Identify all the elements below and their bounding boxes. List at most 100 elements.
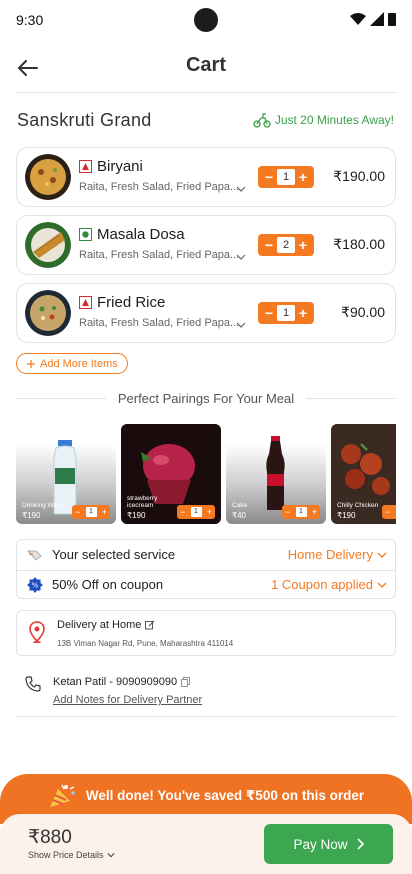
svg-text:%: %	[32, 582, 39, 590]
price-details-label: Show Price Details	[28, 850, 104, 860]
pairing-name: strawberry icecream	[127, 495, 158, 509]
pairing-card[interactable]: Chilly Chicken ₹190 − 1 +	[331, 424, 396, 524]
status-icons	[350, 12, 396, 26]
delivery-address: 13B Viman Nagar Rd, Pune, Maharashtra 41…	[57, 639, 234, 648]
chevron-down-icon	[106, 853, 115, 858]
decrement-button[interactable]: −	[262, 238, 276, 252]
increment-button[interactable]: +	[296, 170, 310, 184]
increment-button[interactable]: +	[312, 507, 317, 517]
price-details-toggle[interactable]: Show Price Details	[28, 850, 115, 860]
pairing-price: ₹40	[232, 511, 246, 520]
party-popper-icon	[49, 784, 75, 807]
increment-button[interactable]: +	[296, 238, 310, 252]
add-more-items-button[interactable]: Add More Items	[16, 353, 128, 374]
non-veg-icon	[79, 296, 92, 309]
pairing-card[interactable]: Cake ₹40 − 1 +	[226, 424, 326, 524]
pairing-stepper: − 1 +	[382, 505, 396, 519]
edit-icon[interactable]	[145, 620, 155, 630]
copy-icon[interactable]	[181, 677, 191, 687]
quantity-value: 1	[277, 305, 295, 321]
pairing-price: ₹190	[337, 511, 356, 520]
quantity-value: 1	[190, 507, 202, 517]
chevron-down-icon[interactable]	[236, 252, 246, 262]
pairing-stepper: − 1 +	[282, 505, 320, 519]
pairing-name: Chilly Chicken	[337, 502, 379, 509]
contact-name-text: Ketan Patil - 9090909090	[53, 676, 178, 688]
coupon-row[interactable]: % 50% Off on coupon 1 Coupon applied	[17, 570, 397, 600]
service-row[interactable]: Your selected service Home Delivery	[17, 540, 397, 570]
item-name: Masala Dosa	[97, 226, 185, 243]
item-name: Fried Rice	[97, 294, 166, 311]
increment-button[interactable]: +	[296, 306, 310, 320]
non-veg-icon	[79, 160, 92, 173]
quantity-value: 1	[277, 169, 295, 185]
pairing-price: ₹190	[22, 511, 41, 520]
chevron-down-icon	[377, 582, 387, 588]
item-price: ₹180.00	[333, 236, 385, 252]
item-price: ₹190.00	[333, 168, 385, 184]
pairings-heading: Perfect Pairings For Your Meal	[16, 391, 396, 406]
quantity-stepper: − 1 +	[258, 166, 314, 188]
decrement-button[interactable]: −	[180, 507, 185, 517]
coupon-label: 50% Off on coupon	[52, 577, 164, 592]
divider	[306, 398, 396, 399]
coupon-value: 1 Coupon applied	[271, 577, 373, 592]
camera-cutout	[194, 8, 218, 32]
quantity-stepper: − 2 +	[258, 234, 314, 256]
service-value: Home Delivery	[287, 547, 373, 562]
location-pin-icon	[29, 621, 45, 648]
item-description[interactable]: Raita, Fresh Salad, Fried Papa...	[79, 317, 239, 329]
item-description[interactable]: Raita, Fresh Salad, Fried Papa...	[79, 181, 239, 193]
service-selector[interactable]: Home Delivery	[288, 547, 387, 562]
quantity-value: 2	[277, 237, 295, 253]
phone-icon	[25, 676, 41, 697]
divider	[16, 716, 396, 717]
delivery-address-box[interactable]: Delivery at Home 13B Viman Nagar Rd, Pun…	[16, 610, 396, 656]
decrement-button[interactable]: −	[75, 507, 80, 517]
status-bar: 9:30	[0, 0, 412, 40]
pairing-price: ₹190	[127, 511, 146, 520]
wifi-icon	[350, 13, 366, 25]
pay-now-button[interactable]: Pay Now	[264, 824, 393, 864]
increment-button[interactable]: +	[102, 507, 107, 517]
decrement-button[interactable]: −	[385, 507, 390, 517]
quantity-value: 1	[395, 507, 396, 517]
pairings-title: Perfect Pairings For Your Meal	[117, 391, 295, 406]
pairing-stepper: − 1 +	[177, 505, 215, 519]
cart-item: Masala Dosa Raita, Fresh Salad, Fried Pa…	[16, 215, 396, 275]
divider	[16, 92, 396, 93]
restaurant-name: Sanskruti Grand	[17, 110, 152, 130]
delivery-icon	[27, 547, 43, 563]
item-description[interactable]: Raita, Fresh Salad, Fried Papa...	[79, 249, 239, 261]
delivery-title: Delivery at Home	[57, 619, 155, 631]
pairing-name: Cake	[232, 502, 248, 509]
add-notes-link[interactable]: Add Notes for Delivery Partner	[53, 694, 202, 706]
coupon-selector[interactable]: 1 Coupon applied	[271, 577, 387, 592]
chevron-down-icon[interactable]	[236, 320, 246, 330]
signal-icon	[370, 12, 384, 26]
eta-text: Just 20 Minutes Away!	[274, 113, 394, 127]
chevron-down-icon	[377, 552, 387, 558]
cart-total: ₹880	[28, 827, 72, 848]
service-label: Your selected service	[52, 547, 176, 562]
pairing-name: Drinking Water	[22, 502, 65, 509]
pairing-card[interactable]: strawberry icecream ₹190 − 1 +	[121, 424, 221, 524]
header: Cart	[0, 48, 412, 88]
chevron-down-icon[interactable]	[236, 184, 246, 194]
decrement-button[interactable]: −	[262, 306, 276, 320]
discount-badge-icon: %	[27, 577, 43, 593]
fried-rice-image	[25, 290, 71, 336]
quantity-stepper: − 1 +	[258, 302, 314, 324]
status-time: 9:30	[16, 12, 44, 28]
scooter-icon	[253, 113, 271, 128]
increment-button[interactable]: +	[207, 507, 212, 517]
divider	[16, 398, 106, 399]
decrement-button[interactable]: −	[285, 507, 290, 517]
masala-dosa-image	[25, 222, 71, 268]
quantity-value: 1	[85, 507, 97, 517]
checkout-footer: ₹880 Show Price Details Pay Now	[0, 814, 412, 874]
decrement-button[interactable]: −	[262, 170, 276, 184]
delivery-title-text: Delivery at Home	[57, 619, 142, 631]
contact-section: Ketan Patil - 9090909090 Add Notes for D…	[16, 666, 396, 716]
pairing-card[interactable]: Drinking Water ₹190 − 1 +	[16, 424, 116, 524]
